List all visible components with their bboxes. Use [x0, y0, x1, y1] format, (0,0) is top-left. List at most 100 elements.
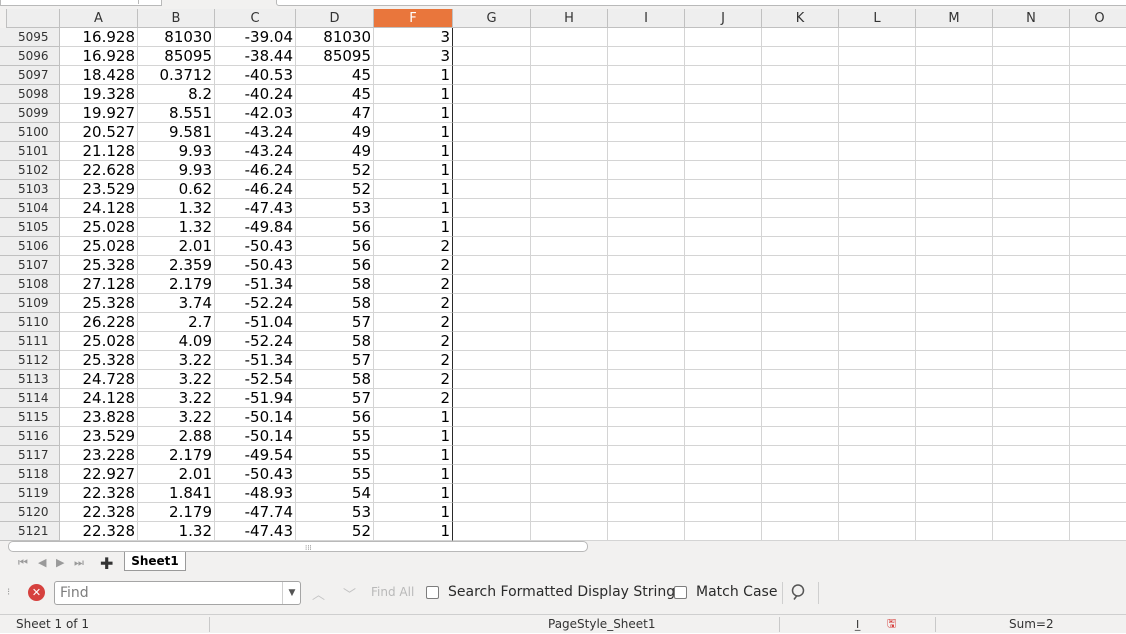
grid-cell[interactable] [608, 389, 685, 408]
grid-cell[interactable] [839, 294, 916, 313]
grid-cell[interactable]: 3.22 [138, 351, 215, 370]
grid-cell[interactable] [993, 237, 1070, 256]
grid-cell[interactable]: 1.841 [138, 484, 215, 503]
grid-cell[interactable] [916, 218, 993, 237]
grid-cell[interactable]: 2 [374, 256, 453, 275]
grid-cell[interactable]: 58 [296, 332, 374, 351]
grid-cell[interactable] [839, 237, 916, 256]
grid-cell[interactable] [762, 161, 839, 180]
grid-cell[interactable]: 23.529 [60, 180, 138, 199]
sheet-tab-sheet1[interactable]: Sheet1 [124, 552, 186, 571]
row-header[interactable]: 5118 [0, 465, 60, 484]
grid-cell[interactable] [1070, 47, 1126, 66]
grid-cell[interactable] [608, 465, 685, 484]
grid-cell[interactable] [762, 351, 839, 370]
grid-cell[interactable] [839, 446, 916, 465]
grid-cell[interactable] [531, 275, 608, 294]
grid-cell[interactable]: 1 [374, 161, 453, 180]
grid-cell[interactable] [608, 332, 685, 351]
grid-cell[interactable] [839, 66, 916, 85]
column-header-l[interactable]: L [839, 9, 916, 28]
grid-cell[interactable] [685, 408, 762, 427]
grid-cell[interactable] [608, 104, 685, 123]
grid-cell[interactable] [453, 237, 531, 256]
grid-cell[interactable] [916, 522, 993, 541]
row-header[interactable]: 5115 [0, 408, 60, 427]
grid-cell[interactable] [993, 199, 1070, 218]
grid-cell[interactable] [993, 180, 1070, 199]
grid-cell[interactable] [839, 427, 916, 446]
grid-cell[interactable] [453, 408, 531, 427]
grid-cell[interactable] [685, 161, 762, 180]
grid-cell[interactable]: 49 [296, 123, 374, 142]
grid-cell[interactable]: -50.14 [215, 408, 296, 427]
row-header[interactable]: 5116 [0, 427, 60, 446]
grid-cell[interactable]: 81030 [138, 28, 215, 47]
grid-cell[interactable] [608, 294, 685, 313]
grid-cell[interactable] [531, 427, 608, 446]
formula-input[interactable] [276, 0, 1126, 6]
grid-cell[interactable]: 2.01 [138, 465, 215, 484]
grid-cell[interactable]: 22.328 [60, 503, 138, 522]
grid-cell[interactable]: 55 [296, 427, 374, 446]
horizontal-scrollbar[interactable]: ⁞⁞⁞ [8, 541, 588, 552]
grid-cell[interactable]: 9.581 [138, 123, 215, 142]
grid-cell[interactable] [531, 161, 608, 180]
grid-cell[interactable] [608, 123, 685, 142]
grid-cell[interactable]: 2.179 [138, 503, 215, 522]
grid-cell[interactable] [685, 484, 762, 503]
grid-cell[interactable] [1070, 465, 1126, 484]
grid-cell[interactable] [531, 66, 608, 85]
grid-cell[interactable]: 1 [374, 465, 453, 484]
grid-cell[interactable]: 2 [374, 370, 453, 389]
grid-cell[interactable]: 1 [374, 180, 453, 199]
grid-cell[interactable] [916, 161, 993, 180]
grid-cell[interactable] [608, 275, 685, 294]
grid-cell[interactable]: 3.74 [138, 294, 215, 313]
toolbar-handle-icon[interactable]: ⁝ [7, 587, 10, 598]
grid-cell[interactable] [685, 237, 762, 256]
grid-cell[interactable] [916, 180, 993, 199]
grid-cell[interactable] [685, 199, 762, 218]
grid-cell[interactable] [453, 28, 531, 47]
row-header[interactable]: 5098 [0, 85, 60, 104]
grid-cell[interactable] [1070, 28, 1126, 47]
grid-cell[interactable]: -51.04 [215, 313, 296, 332]
column-header-m[interactable]: M [916, 9, 993, 28]
grid-cell[interactable] [839, 85, 916, 104]
name-box-dropdown[interactable] [138, 0, 161, 4]
grid-cell[interactable] [608, 237, 685, 256]
column-header-a[interactable]: A [60, 9, 138, 28]
grid-cell[interactable]: -50.43 [215, 256, 296, 275]
grid-cell[interactable] [453, 465, 531, 484]
grid-cell[interactable] [685, 275, 762, 294]
grid-cell[interactable]: 20.527 [60, 123, 138, 142]
grid-cell[interactable] [993, 484, 1070, 503]
grid-cell[interactable] [1070, 104, 1126, 123]
grid-cell[interactable] [916, 275, 993, 294]
grid-cell[interactable]: 1 [374, 522, 453, 541]
grid-cell[interactable]: -43.24 [215, 142, 296, 161]
grid-cell[interactable]: 23.828 [60, 408, 138, 427]
grid-cell[interactable] [762, 332, 839, 351]
grid-cell[interactable]: 1.32 [138, 218, 215, 237]
grid-cell[interactable]: 53 [296, 503, 374, 522]
grid-cell[interactable] [839, 389, 916, 408]
grid-cell[interactable] [531, 218, 608, 237]
grid-cell[interactable]: 49 [296, 142, 374, 161]
grid-cell[interactable] [608, 47, 685, 66]
grid-cell[interactable] [993, 522, 1070, 541]
grid-cell[interactable]: 85095 [138, 47, 215, 66]
grid-cell[interactable]: 2.7 [138, 313, 215, 332]
grid-cell[interactable]: -51.34 [215, 351, 296, 370]
grid-cell[interactable] [993, 408, 1070, 427]
grid-cell[interactable] [453, 275, 531, 294]
grid-cell[interactable]: 58 [296, 275, 374, 294]
grid-cell[interactable] [531, 199, 608, 218]
grid-cell[interactable] [531, 370, 608, 389]
grid-cell[interactable] [453, 218, 531, 237]
grid-cell[interactable] [453, 104, 531, 123]
row-header[interactable]: 5104 [0, 199, 60, 218]
grid-cell[interactable] [608, 427, 685, 446]
grid-cell[interactable] [608, 256, 685, 275]
